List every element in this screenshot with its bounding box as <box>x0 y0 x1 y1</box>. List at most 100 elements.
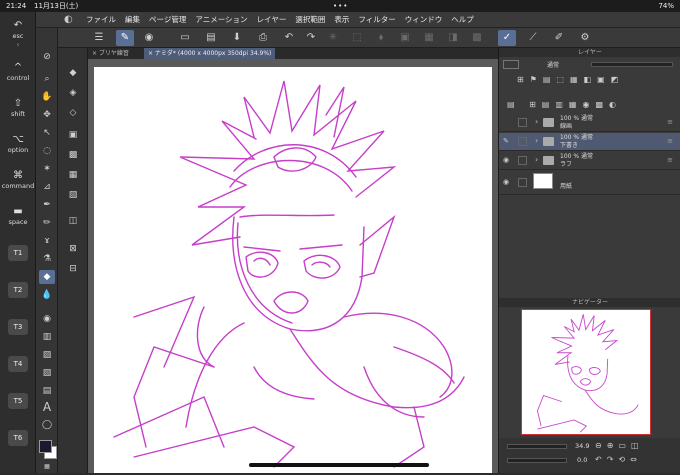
t2-key[interactable]: T2 <box>8 282 28 298</box>
tab-practice[interactable]: × ブリヤ練習 <box>88 48 133 59</box>
airbrush-tool-icon[interactable]: ⚗ <box>39 252 55 266</box>
menu-selection[interactable]: 選択範囲 <box>295 12 325 28</box>
layer-edit-check[interactable] <box>518 118 527 127</box>
menu-animation[interactable]: アニメーション <box>195 12 247 28</box>
zoom-tool-icon[interactable]: ⌕ <box>39 72 55 86</box>
camera-icon[interactable]: ◉ <box>140 30 158 46</box>
pencil-tool-icon[interactable]: ✏ <box>39 216 55 230</box>
t3-key[interactable]: T3 <box>8 319 28 335</box>
hand-tool-icon[interactable]: ✋ <box>39 90 55 104</box>
multitask-dots[interactable]: ••• <box>333 0 348 12</box>
navigator-preview[interactable] <box>521 309 651 435</box>
chevron-right-icon[interactable]: › <box>535 155 538 164</box>
ruler-tool-icon[interactable]: ▤ <box>39 384 55 398</box>
zoom-buttons-icons[interactable]: ⊖⊕▭◫ <box>595 441 644 450</box>
eye-icon[interactable]: ◉ <box>503 178 509 186</box>
chevron-right-icon[interactable]: › <box>535 117 538 126</box>
rotate-buttons-icons[interactable]: ↶↷⟲⇔ <box>595 455 642 464</box>
sub-tool-layers-icon[interactable]: ◫ <box>65 214 81 228</box>
close-palette-icon[interactable]: ⊘ <box>39 50 55 64</box>
brush-stabilizer-icon[interactable]: ⟋ <box>524 30 542 46</box>
layer-row-paper[interactable]: ◉ 用紙 <box>499 171 680 195</box>
blend-mode-select[interactable]: 通常 <box>547 60 559 69</box>
drag-handle-icon[interactable]: ≡ <box>667 118 673 126</box>
eraser-multi-icon[interactable]: ▩ <box>65 148 81 162</box>
layer-row-draft[interactable]: ✎ › 100 % 通常 下書き ≡ <box>499 133 680 151</box>
menu-page[interactable]: ページ管理 <box>149 12 186 28</box>
eraser-soft-icon[interactable]: ◈ <box>65 86 81 100</box>
layer-color-icon[interactable] <box>503 60 519 69</box>
lasso-tool-icon[interactable]: ◌ <box>39 144 55 158</box>
rotation-slider[interactable] <box>507 458 567 463</box>
layer-row-rough[interactable]: ◉ › 100 % 通常 ラフ ≡ <box>499 152 680 170</box>
pen-mode-icon[interactable]: ✎ <box>116 30 134 46</box>
magic-wand-icon[interactable]: ✶ <box>39 162 55 176</box>
canvas-area[interactable] <box>88 59 498 473</box>
chevron-right-icon[interactable]: › <box>535 136 538 145</box>
menu-edit[interactable]: 編集 <box>125 12 140 28</box>
sub-tool-delete-icon[interactable]: ⊟ <box>65 262 81 276</box>
fill-tool-icon[interactable]: ◉ <box>39 312 55 326</box>
gradient-tool-icon[interactable]: ▥ <box>39 330 55 344</box>
operation-tool-icon[interactable]: ↖ <box>39 126 55 140</box>
layer-property-icons[interactable]: ⊞⚑▤⬚▦◧▣◩ <box>503 74 677 100</box>
menu-filter[interactable]: フィルター <box>358 12 395 28</box>
canvas-paper[interactable] <box>94 67 492 473</box>
zoom-slider[interactable] <box>507 444 567 449</box>
tab-namida[interactable]: × ナミダ* (4000 x 4000px 350dpi 34.9%) <box>144 48 276 59</box>
app-logo-icon[interactable]: ◐ <box>64 14 78 26</box>
sub-tool-transform-icon[interactable]: ⊠ <box>65 242 81 256</box>
eyedropper-icon[interactable]: ⊿ <box>39 180 55 194</box>
command-key[interactable]: ⌘ command <box>0 170 36 190</box>
balloon-tool-icon[interactable]: ◯ <box>39 418 55 432</box>
pen-tool-icon[interactable]: ✒ <box>39 198 55 212</box>
layer-edit-check[interactable] <box>518 178 527 187</box>
print-icon[interactable]: ⎙ <box>254 30 272 46</box>
layer-opacity-slider[interactable] <box>591 62 673 67</box>
transparent-color-icon[interactable]: ▦ <box>39 460 55 474</box>
pen-pressure-icon[interactable]: ✐ <box>550 30 568 46</box>
space-key[interactable]: ▬ space <box>0 206 36 226</box>
menu-file[interactable]: ファイル <box>86 12 116 28</box>
blend-tool-icon[interactable]: 💧 <box>39 288 55 302</box>
home-indicator[interactable] <box>249 463 429 467</box>
layer-row-lineart[interactable]: › 100 % 通常 線画 ≡ <box>499 114 680 132</box>
eraser-rough-icon[interactable]: ◇ <box>65 106 81 120</box>
snap-icon[interactable]: ✓ <box>498 30 516 46</box>
chevron-left-icon[interactable]: ‹ <box>0 40 36 49</box>
layer-action-icons[interactable]: ▤ ⊞▤▥▦◉▩◐ <box>499 100 680 114</box>
frame-tool-icon[interactable]: ▧ <box>39 366 55 380</box>
eraser-vector-icon[interactable]: ▣ <box>65 128 81 142</box>
redo-icon[interactable]: ↷ <box>302 30 320 46</box>
hamburger-menu-icon[interactable]: ☰ <box>90 30 108 46</box>
t5-key[interactable]: T5 <box>8 393 28 409</box>
save-icon[interactable]: ⬇ <box>228 30 246 46</box>
undo-icon[interactable]: ↶ <box>280 30 298 46</box>
t1-key[interactable]: T1 <box>8 245 28 261</box>
eraser-tool-icon[interactable]: ◆ <box>39 270 55 284</box>
t4-key[interactable]: T4 <box>8 356 28 372</box>
option-key[interactable]: ⌥ option <box>0 134 36 154</box>
main-color-swatch[interactable] <box>39 440 52 453</box>
eye-icon[interactable]: ◉ <box>503 156 509 164</box>
open-folder-icon[interactable]: ▤ <box>202 30 220 46</box>
drag-handle-icon[interactable]: ≡ <box>667 156 673 164</box>
menu-help[interactable]: ヘルプ <box>451 12 474 28</box>
drag-handle-icon[interactable]: ≡ <box>667 137 673 145</box>
layer-edit-check[interactable] <box>518 156 527 165</box>
new-file-icon[interactable]: ▭ <box>176 30 194 46</box>
brush-tool-icon[interactable]: ɤ <box>39 234 55 248</box>
menu-view[interactable]: 表示 <box>334 12 349 28</box>
text-tool-icon[interactable]: A <box>39 400 55 414</box>
t6-key[interactable]: T6 <box>8 430 28 446</box>
esc-key[interactable]: ↶ esc <box>0 20 36 40</box>
figure-tool-icon[interactable]: ▨ <box>39 348 55 362</box>
settings-icon[interactable]: ⚙ <box>576 30 594 46</box>
menu-layer[interactable]: レイヤー <box>257 12 287 28</box>
control-key[interactable]: ^ control <box>0 62 36 82</box>
shift-key[interactable]: ⇧ shift <box>0 98 36 118</box>
eraser-hard-icon[interactable]: ◆ <box>65 66 81 80</box>
menu-window[interactable]: ウィンドウ <box>405 12 443 28</box>
move-tool-icon[interactable]: ✥ <box>39 108 55 122</box>
eraser-snap-icon[interactable]: ▦ <box>65 168 81 182</box>
